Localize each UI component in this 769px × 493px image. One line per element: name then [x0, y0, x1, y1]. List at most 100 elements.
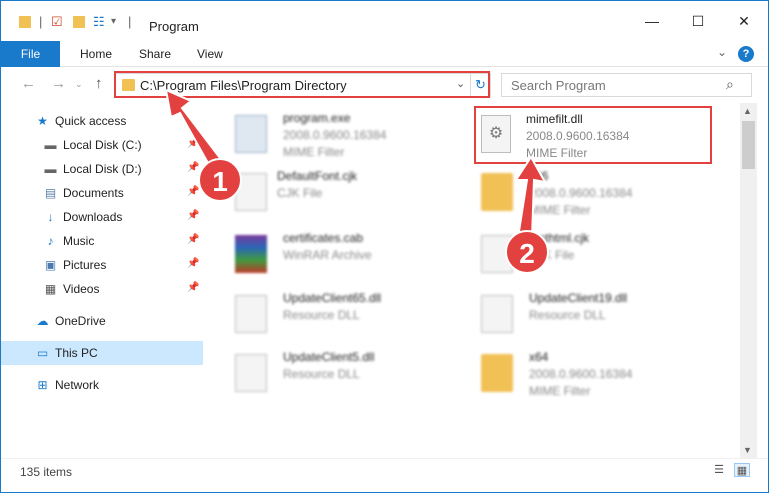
exe-icon [235, 115, 267, 153]
recent-locations-icon[interactable]: ⌄ [75, 79, 83, 90]
pictures-icon: ▣ [44, 258, 57, 272]
up-arrow-icon[interactable]: ↑ [95, 75, 103, 92]
scroll-down-icon[interactable]: ▼ [743, 445, 752, 455]
sidebar-item-label: Documents [63, 186, 124, 200]
computer-icon: ▭ [36, 346, 49, 360]
sidebar-item-label: Downloads [63, 210, 123, 224]
folder-icon [481, 354, 513, 392]
forward-arrow-icon[interactable]: → [51, 75, 66, 92]
dll-gear-icon [235, 295, 267, 333]
file-name: UpdateClient65.dll [283, 291, 382, 305]
folder-icon [19, 16, 31, 28]
title-bar: | ☑ ☷ ▾ | Program — ☐ ✕ [1, 1, 768, 41]
sidebar-item-label: Pictures [63, 258, 107, 272]
vertical-scrollbar[interactable]: ▲ ▼ [740, 103, 757, 458]
file-name: certificates.cab [283, 231, 364, 245]
downloads-icon: ↓ [47, 210, 54, 224]
folder-icon [481, 173, 513, 211]
pin-icon[interactable]: 📌 [187, 282, 199, 293]
sidebar-item-pictures[interactable]: ▣ Pictures 📌 [1, 253, 203, 277]
sidebar-item-onedrive[interactable]: ☁ OneDrive [1, 309, 203, 333]
search-box[interactable]: Search Program ⌕ [501, 73, 752, 97]
maximize-button[interactable]: ☐ [675, 1, 721, 41]
pin-icon[interactable]: 📌 [187, 210, 199, 221]
network-icon: ⊞ [37, 378, 48, 392]
tab-share[interactable]: Share [139, 41, 171, 67]
status-bar: 135 items ☰ ▦ [1, 458, 768, 492]
pin-icon[interactable]: 📌 [187, 234, 199, 245]
separator: | [128, 14, 132, 29]
list-item[interactable]: DefaultFont.cjk CJK File [235, 169, 475, 227]
navigation-pane: ★ Quick access ▬ Local Disk (C:) 📌 ▬ Loc… [1, 103, 205, 458]
sidebar-item-network[interactable]: ⊞ Network [1, 373, 203, 397]
new-folder-icon[interactable] [73, 16, 85, 28]
sidebar-item-label: Local Disk (C:) [63, 138, 142, 152]
large-icons-view-icon[interactable]: ▦ [734, 463, 750, 477]
customize-icon[interactable]: ☷ [93, 15, 105, 29]
sidebar-item-label: Quick access [55, 114, 127, 128]
minimize-button[interactable]: — [629, 1, 675, 41]
sidebar-item-videos[interactable]: ▦ Videos 📌 [1, 277, 203, 301]
sidebar-item-music[interactable]: ♪ Music 📌 [1, 229, 203, 253]
scroll-up-icon[interactable]: ▲ [743, 106, 752, 116]
dll-gear-icon [481, 295, 513, 333]
list-item[interactable]: UpdateClient65.dll Resource DLL [235, 291, 475, 349]
ribbon-tabs: File Home Share View ⌄ ? [1, 41, 768, 67]
winrar-icon [235, 235, 267, 273]
pin-icon[interactable]: 📌 [187, 186, 199, 197]
file-name: UpdateClient19.dll [529, 291, 628, 305]
tab-home[interactable]: Home [80, 41, 112, 67]
tab-file[interactable]: File [1, 41, 60, 67]
file-version: 2008.0.9600.16384 [529, 367, 633, 381]
scrollbar-thumb[interactable] [742, 121, 755, 169]
documents-icon: ▤ [44, 186, 57, 200]
sidebar-item-downloads[interactable]: ↓ Downloads 📌 [1, 205, 203, 229]
file-type: Resource DLL [529, 308, 606, 322]
pin-icon[interactable]: 📌 [187, 138, 199, 149]
close-button[interactable]: ✕ [721, 1, 767, 41]
file-version: 2008.0.9600.16384 [283, 128, 387, 142]
list-item[interactable]: program.exe 2008.0.9600.16384 MIME Filte… [235, 111, 475, 169]
quick-access-dropdown-icon[interactable]: ▾ [111, 15, 116, 29]
file-type: Resource DLL [283, 367, 360, 381]
back-arrow-icon[interactable]: ← [21, 75, 36, 92]
sidebar-item-quick-access[interactable]: ★ Quick access [1, 109, 203, 133]
drive-icon: ▬ [44, 138, 57, 152]
pin-icon[interactable]: 📌 [187, 162, 199, 173]
pin-icon[interactable]: 📌 [187, 258, 199, 269]
list-item[interactable]: UpdateClient19.dll Resource DLL [481, 291, 721, 349]
cloud-icon: ☁ [36, 314, 49, 328]
step-2-badge: 2 [505, 230, 549, 274]
music-icon: ♪ [47, 234, 54, 248]
search-input[interactable]: Search Program [511, 78, 606, 93]
separator: | [39, 14, 43, 29]
file-description: MIME Filter [529, 384, 591, 398]
dll-gear-icon [235, 354, 267, 392]
sidebar-item-documents[interactable]: ▤ Documents 📌 [1, 181, 203, 205]
item-count: 135 items [20, 465, 73, 479]
expand-ribbon-icon[interactable]: ⌄ [717, 45, 727, 59]
file-name: x86 [529, 169, 549, 183]
file-type: CJK File [277, 186, 323, 200]
step-1-badge: 1 [198, 158, 242, 202]
drive-icon: ▬ [44, 162, 57, 176]
sidebar-item-local-disk-c[interactable]: ▬ Local Disk (C:) 📌 [1, 133, 203, 157]
help-icon[interactable]: ? [738, 46, 754, 62]
sidebar-item-this-pc[interactable]: ▭ This PC [1, 341, 203, 365]
list-item[interactable]: UpdateClient5.dll Resource DLL [235, 350, 475, 408]
properties-icon[interactable]: ☑ [51, 15, 63, 29]
file-name: program.exe [283, 111, 351, 125]
list-item[interactable]: certificates.cab WinRAR Archive [235, 231, 475, 289]
sidebar-item-local-disk-d[interactable]: ▬ Local Disk (D:) 📌 [1, 157, 203, 181]
file-name: DefaultFont.cjk [277, 169, 358, 183]
tab-view[interactable]: View [197, 41, 223, 67]
window-title: Program [149, 19, 199, 34]
details-view-icon[interactable]: ☰ [711, 463, 727, 477]
file-type: Resource DLL [283, 308, 360, 322]
list-item[interactable]: x86 2008.0.9600.16384 MIME Filter [481, 169, 721, 227]
search-icon[interactable]: ⌕ [726, 76, 734, 93]
sidebar-item-label: Music [63, 234, 95, 248]
sidebar-item-label: Local Disk (D:) [63, 162, 142, 176]
file-type: WinRAR Archive [283, 248, 372, 262]
list-item[interactable]: x64 2008.0.9600.16384 MIME Filter [481, 350, 721, 408]
